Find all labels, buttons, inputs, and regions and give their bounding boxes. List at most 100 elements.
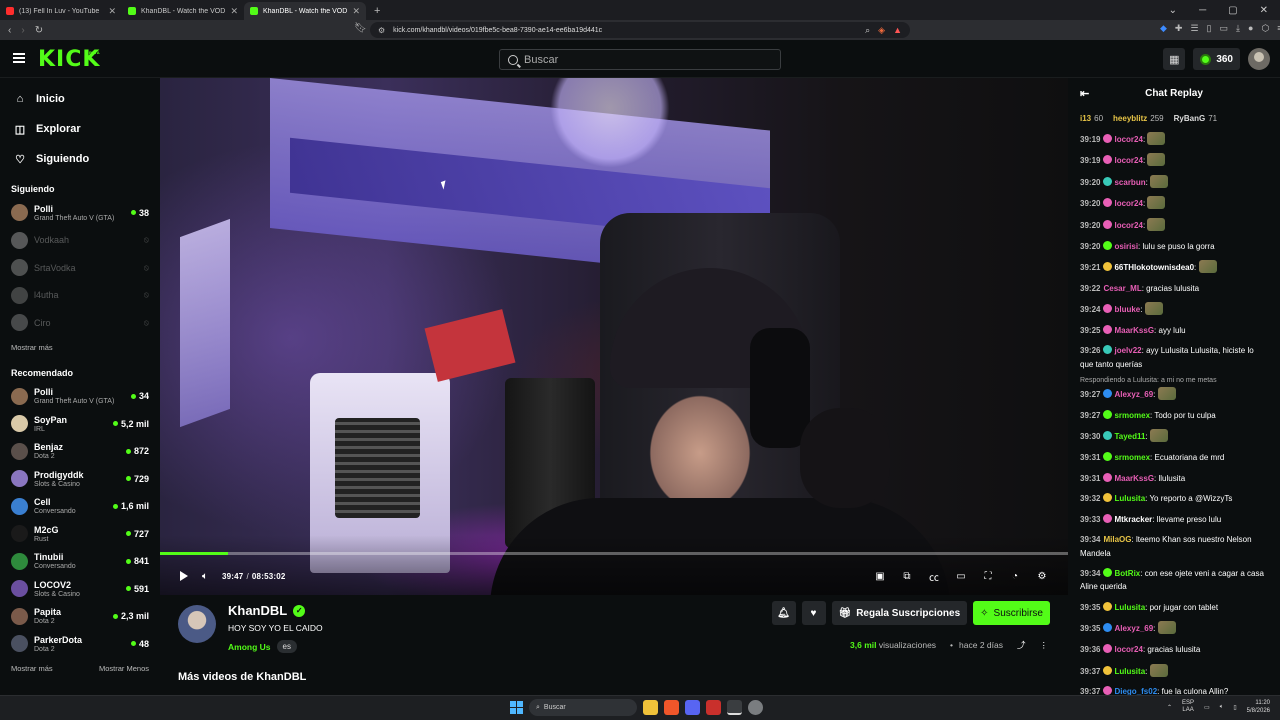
discord-icon[interactable] [685,700,700,715]
points-button[interactable]: 360 [1193,48,1240,70]
file-explorer-icon[interactable] [643,700,658,715]
message-username[interactable]: Alexyz_69 [1114,624,1153,633]
new-tab-button[interactable]: + [366,2,388,20]
channel-name[interactable]: KhanDBL [228,603,287,618]
message-username[interactable]: locor24 [1114,645,1142,654]
more-options-icon[interactable]: ⋮ [1040,640,1049,651]
puzzle-icon[interactable]: ✚ [1175,23,1183,34]
sidebar-channel[interactable]: Benjaz Dota 2 872 [0,438,160,466]
notifications-button[interactable]: 🔔︎ [771,601,796,625]
sidebar-channel[interactable]: Tinubii Conversando 841 [0,548,160,576]
message-username[interactable]: 66THlokotownisdea0 [1114,263,1194,272]
sidebar-nav-item[interactable]: ♡ Siguiendo [0,144,160,174]
menu-hamburger-icon[interactable] [13,53,25,63]
browser-tab[interactable]: (13) Fell In Luv - YouTube ✕ [0,2,122,20]
user-avatar[interactable] [1248,48,1270,70]
sidebar-nav-item[interactable]: ◫ Explorar [0,114,160,144]
browser-tab[interactable]: KhanDBL - Watch the VOD on Ki ✕ [244,2,366,20]
sidebar-nav-item[interactable]: ⌂ Inicio [0,84,160,114]
search-box[interactable] [499,49,781,70]
sidebar-channel[interactable]: Cell Conversando 1,6 mil [0,493,160,521]
message-username[interactable]: Lulusita [1114,667,1145,676]
dashboard-button[interactable]: ▦ [1163,48,1186,70]
sidebar-toggle-icon[interactable]: ▯ [1207,23,1212,34]
alert-icon[interactable]: ▲ [893,25,902,35]
message-username[interactable]: Lulusita [1114,494,1145,503]
top-gifter[interactable]: RyBanG 71 [1174,114,1217,123]
message-username[interactable]: Cesar_ML [1103,284,1141,293]
tray-chevron-icon[interactable]: ⌃ [1167,704,1172,711]
reload-icon[interactable]: ↻ [35,25,43,36]
sidebar-channel[interactable]: Ciro ⦸ [0,309,160,337]
message-username[interactable]: MaarKssG [1114,474,1154,483]
bookmark-icon[interactable]: 🔖︎ [354,23,367,34]
subscribe-button[interactable]: ✧ Suscribirse [973,601,1050,625]
sidebar-channel[interactable]: SrtaVodka ⦸ [0,254,160,282]
kick-app-icon[interactable] [727,700,742,715]
chat-messages[interactable]: 39:19 locor24: 39:19 locor24: 39:20 scarbun… [1068,128,1280,695]
sidebar-channel[interactable]: M2cG Rust 727 [0,520,160,548]
show-more-recommended-link[interactable]: Mostrar más [11,664,53,673]
captions-icon[interactable]: ㏄ [928,569,940,584]
message-username[interactable]: Diego_fs02 [1114,687,1157,695]
sidebar-channel[interactable]: Polli Grand Theft Auto V (GTA) 34 [0,383,160,411]
sidebar-channel[interactable]: Prodigyddk Slots & Casino 729 [0,465,160,493]
message-username[interactable]: BotRix [1114,569,1140,578]
clip-icon[interactable]: ▣ [874,571,886,582]
extension-icon[interactable]: ◆ [1160,23,1167,34]
brave-icon[interactable] [664,700,679,715]
windows-start-icon[interactable] [510,701,523,714]
zoom-icon[interactable]: ⌕ [865,25,870,36]
keyboard-language[interactable]: ESP LAA [1182,700,1194,714]
tab-close-icon[interactable]: ✕ [230,6,238,17]
tab-close-icon[interactable]: ✕ [108,6,116,17]
vpn-icon[interactable]: ⬡ [1261,23,1269,34]
message-username[interactable]: Tayed11 [1114,432,1145,441]
clock[interactable]: 11:20 5/8/2026 [1247,699,1270,715]
play-icon[interactable] [180,571,188,581]
language-tag[interactable]: es [276,640,297,653]
top-gifter[interactable]: heeyblitz 259 [1113,114,1164,123]
sidebar-channel[interactable]: l4utha ⦸ [0,282,160,310]
reading-list-icon[interactable]: ☰ [1190,23,1198,34]
network-icon[interactable]: ▭ [1204,704,1210,711]
speaker-icon[interactable]: 🔈︎ [1220,704,1224,711]
download-icon[interactable]: ⤓ [1236,23,1240,34]
shield-icon[interactable]: ◈ [878,25,885,36]
collapse-chat-icon[interactable]: ⇤ [1080,87,1089,100]
message-username[interactable]: Lulusita [1114,603,1145,612]
maximize-icon[interactable]: ▢ [1228,5,1237,16]
fullscreen-icon[interactable]: ⛶ [982,571,994,582]
tab-search-icon[interactable]: ⌄ [1169,5,1177,16]
message-username[interactable]: locor24 [1114,221,1142,230]
message-username[interactable]: locor24 [1114,199,1142,208]
message-username[interactable]: bluuke [1114,305,1140,314]
message-username[interactable]: joelv22 [1114,346,1141,355]
back-icon[interactable]: ‹ [8,25,11,36]
sidebar-channel[interactable]: ParkerDota Dota 2 48 [0,630,160,658]
show-less-recommended-link[interactable]: Mostrar Menos [99,664,149,673]
channel-avatar[interactable] [178,605,216,643]
wallet-icon[interactable]: ▭ [1220,23,1229,34]
message-username[interactable]: locor24 [1114,156,1142,165]
show-more-following-link[interactable]: Mostrar más [0,337,160,358]
speed-icon[interactable]: ◔ [1009,571,1021,582]
address-bar[interactable]: ⚙ kick.com/khandbl/videos/019fbe5c-bea8-… [370,22,910,38]
follow-button[interactable]: ♥ [801,601,826,625]
forward-icon[interactable]: › [21,25,24,36]
message-username[interactable]: srmomex [1114,411,1150,420]
site-info-icon[interactable]: ⚙ [378,26,385,35]
taskbar-search[interactable]: ⌕ Buscar [529,699,637,716]
app-red-icon[interactable] [706,700,721,715]
message-username[interactable]: locor24 [1114,135,1142,144]
close-window-icon[interactable]: ✕ [1260,5,1268,16]
volume-icon[interactable]: 🔈︎ [202,571,208,582]
sidebar-channel[interactable]: Papita Dota 2 2,3 mil [0,603,160,631]
message-username[interactable]: MilaOG [1103,535,1131,544]
sidebar-channel[interactable]: Polli Grand Theft Auto V (GTA) 38 [0,199,160,227]
message-username[interactable]: Alexyz_69 [1114,390,1153,399]
message-username[interactable]: osirisi [1114,242,1138,251]
browser-tab[interactable]: KhanDBL - Watch the VOD on Kick ✕ [122,2,244,20]
message-username[interactable]: Mtkracker [1114,515,1152,524]
seek-bar[interactable] [160,552,1068,555]
